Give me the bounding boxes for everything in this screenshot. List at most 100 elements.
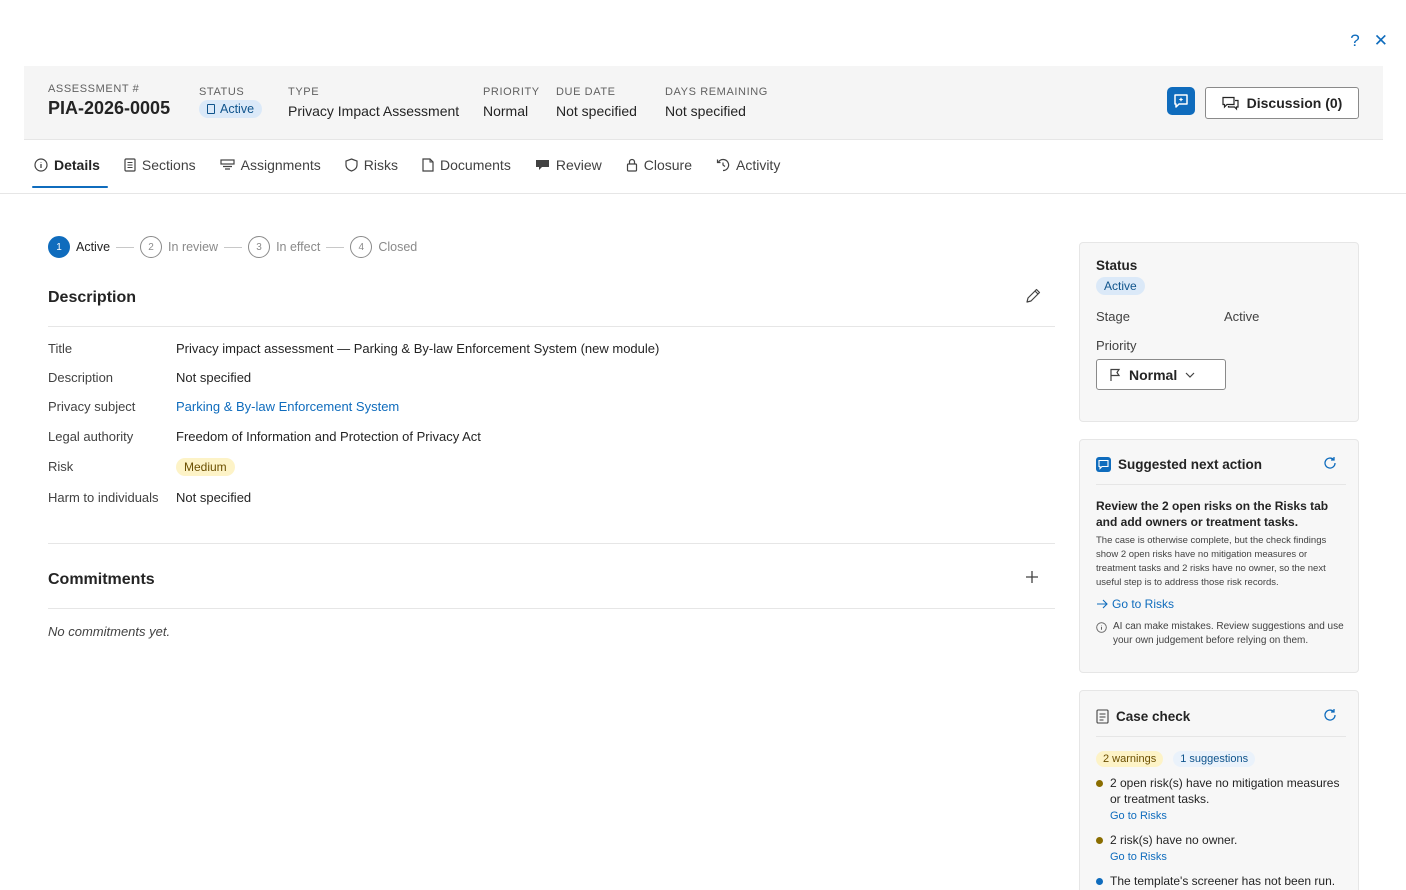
priority-dropdown[interactable]: Normal (1096, 359, 1226, 390)
priority-field: PRIORITY Normal (483, 86, 540, 119)
window-controls: ? ✕ (1350, 30, 1388, 52)
history-icon (716, 158, 730, 172)
go-to-risks-link[interactable]: Go to Risks (1096, 597, 1174, 611)
field-key: Legal authority (48, 429, 134, 444)
step-label: In effect (276, 240, 321, 254)
field-value: Not specified (176, 370, 252, 385)
pencil-icon (1026, 288, 1041, 303)
flag-icon (1110, 368, 1121, 381)
step-number: 2 (140, 236, 163, 258)
step-in-effect: 3 In effect (248, 236, 320, 258)
tab-assignments[interactable]: Assignments (210, 150, 335, 180)
assessment-number-label: ASSESSMENT # (48, 83, 140, 95)
refresh-check-button[interactable] (1323, 708, 1337, 727)
discussion-button[interactable]: Discussion (0) (1205, 87, 1359, 119)
step-number: 4 (350, 236, 373, 258)
step-active: 1 Active (48, 236, 110, 258)
ai-disclaimer: AI can make mistakes. Review suggestions… (1113, 621, 1344, 646)
card-divider (1096, 736, 1346, 737)
status-card-badge: Active (1096, 277, 1145, 295)
help-icon[interactable]: ? (1350, 30, 1359, 52)
warnings-badge: 2 warnings (1096, 751, 1164, 767)
check-item: 2 open risk(s) have no mitigation measur… (1096, 775, 1346, 822)
info-icon (34, 158, 48, 172)
step-connector (224, 246, 243, 248)
tab-documents-label: Documents (440, 157, 511, 173)
check-item: 2 risk(s) have no owner. Go to Risks (1096, 832, 1346, 863)
suggested-action-title: Suggested next action (1118, 457, 1263, 472)
edit-description-button[interactable] (1024, 287, 1042, 310)
checklist-icon (1096, 709, 1109, 724)
tab-documents[interactable]: Documents (412, 150, 525, 180)
tab-activity[interactable]: Activity (706, 150, 794, 180)
section-divider (48, 326, 1055, 327)
card-divider (1096, 484, 1346, 485)
tab-details[interactable]: Details (24, 150, 114, 188)
status-label: STATUS (199, 86, 245, 98)
stage-value: Active (1224, 309, 1260, 324)
check-item-link[interactable]: Go to Risks (1110, 851, 1346, 863)
status-badge: Active (199, 100, 263, 118)
stage-label: Stage (1096, 309, 1130, 324)
go-to-risks-label: Go to Risks (1112, 597, 1175, 611)
field-key: Title (48, 341, 73, 356)
ai-sparkle-icon (1096, 457, 1111, 472)
tab-review[interactable]: Review (525, 150, 616, 180)
stage-stepper: 1 Active 2 In review 3 In effect 4 Close… (48, 236, 417, 258)
field-value: Not specified (176, 490, 252, 505)
tab-sections[interactable]: Sections (114, 150, 210, 180)
suggested-action-headline: Review the 2 open risks on the Risks tab… (1096, 499, 1329, 529)
section-divider (48, 543, 1055, 544)
tab-sections-label: Sections (141, 157, 196, 173)
assessment-number-field: ASSESSMENT # PIA-2026-0005 (48, 83, 170, 119)
tab-review-label: Review (555, 157, 602, 173)
close-icon[interactable]: ✕ (1374, 30, 1388, 52)
priority-value: Normal (483, 103, 529, 119)
risk-badge: Medium (176, 458, 235, 476)
step-number: 3 (248, 236, 271, 258)
days-remaining-field: DAYS REMAINING Not specified (665, 86, 768, 119)
check-item-text: 2 risk(s) have no owner. (1110, 833, 1238, 847)
check-item-text: 2 open risk(s) have no mitigation measur… (1110, 776, 1340, 806)
discussion-label: Discussion (0) (1246, 95, 1343, 111)
field-value: Freedom of Information and Protection of… (176, 429, 481, 444)
check-item-link[interactable]: Go to Risks (1110, 810, 1346, 822)
arrow-right-icon (1097, 599, 1108, 609)
chat-sparkle-icon (1174, 94, 1188, 108)
case-check-title: Case check (1116, 709, 1191, 724)
field-row-harm: Harm to individuals Not specified (48, 490, 251, 505)
field-key: Risk (48, 459, 74, 474)
check-item: The template's screener has not been run… (1096, 873, 1346, 889)
refresh-icon (1324, 457, 1336, 469)
status-field: STATUS Active (199, 86, 263, 119)
field-row-title: Title Privacy impact assessment — Parkin… (48, 341, 659, 356)
field-row-description: Description Not specified (48, 370, 251, 385)
commitments-empty-state: No commitments yet. (48, 624, 171, 639)
step-closed: 4 Closed (350, 236, 417, 258)
chat-icon (1222, 96, 1239, 110)
privacy-subject-link[interactable]: Parking & By-law Enforcement System (176, 399, 399, 414)
refresh-suggestion-button[interactable] (1323, 456, 1337, 475)
step-connector (326, 246, 345, 248)
warning-dot (1096, 780, 1103, 787)
tab-risks[interactable]: Risks (335, 150, 412, 180)
chevron-down-icon (1185, 372, 1195, 378)
review-icon (535, 160, 549, 170)
status-card-title: Status (1096, 258, 1138, 273)
tab-divider (0, 193, 1406, 194)
step-label: Closed (378, 240, 418, 254)
tab-closure-label: Closure (643, 157, 692, 173)
type-field: TYPE Privacy Impact Assessment (288, 86, 459, 119)
field-row-risk: Risk Medium (48, 458, 235, 476)
tab-closure[interactable]: Closure (616, 150, 706, 180)
step-number: 1 (48, 236, 70, 258)
field-key: Description (48, 370, 114, 385)
due-date-field: DUE DATE Not specified (556, 86, 637, 119)
document-icon (422, 158, 434, 172)
assessment-dialog: ? ✕ ASSESSMENT # PIA-2026-0005 STATUS Ac… (0, 0, 1406, 890)
warning-dot (1096, 837, 1103, 844)
add-commitment-button[interactable] (1024, 569, 1040, 590)
step-label: In review (168, 240, 219, 254)
ai-assistant-button[interactable] (1167, 87, 1195, 115)
shield-icon (345, 158, 358, 172)
